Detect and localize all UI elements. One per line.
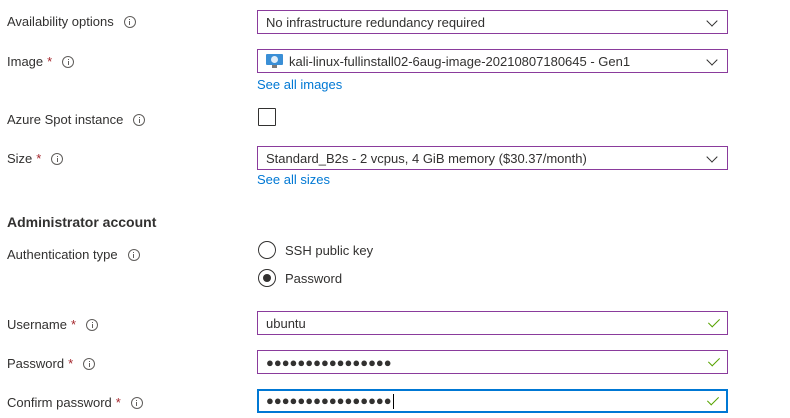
username-value: ubuntu (266, 315, 306, 331)
azure-spot-label-text: Azure Spot instance (7, 112, 124, 127)
image-label: Image * (7, 54, 75, 69)
confirm-password-label-text: Confirm password (7, 395, 112, 410)
username-label-text: Username (7, 317, 67, 332)
section-title-administrator-account: Administrator account (7, 214, 157, 230)
size-value: Standard_B2s - 2 vcpus, 4 GiB memory ($3… (266, 150, 587, 166)
checkmark-icon (707, 318, 721, 328)
size-label-text: Size (7, 151, 33, 166)
availability-options-label: Availability options (7, 14, 136, 29)
see-all-images-link[interactable]: See all images (257, 77, 342, 92)
required-marker: * (70, 317, 77, 332)
checkmark-icon (706, 396, 720, 406)
info-icon[interactable] (123, 15, 136, 28)
radio-button[interactable] (258, 241, 276, 259)
info-icon[interactable] (133, 113, 146, 126)
image-value: kali-linux-fullinstall02-6aug-image-2021… (289, 53, 631, 69)
info-icon[interactable] (86, 318, 99, 331)
required-marker: * (68, 356, 74, 371)
confirm-password-label: Confirm password * (7, 395, 143, 410)
confirm-password-text: ●●●●●●●●●●●●●●●● (266, 392, 706, 410)
radio-password-label: Password (285, 270, 343, 286)
text-cursor (392, 394, 394, 410)
required-marker: * (36, 151, 42, 166)
authentication-type-text: Authentication type (7, 247, 118, 262)
size-dropdown[interactable]: Standard_B2s - 2 vcpus, 4 GiB memory ($3… (257, 146, 728, 170)
password-label: Password * (7, 356, 96, 371)
password-value: ●●●●●●●●●●●●●●●● (266, 354, 392, 370)
availability-options-text: Availability options (7, 14, 114, 29)
radio-ssh-public-key[interactable]: SSH public key (258, 241, 373, 259)
info-icon[interactable] (51, 152, 64, 165)
chevron-down-icon (707, 56, 717, 66)
password-label-text: Password (7, 356, 65, 371)
chevron-down-icon (707, 17, 717, 27)
info-icon[interactable] (127, 248, 140, 261)
authentication-type-label: Authentication type (7, 247, 140, 262)
see-all-sizes-link[interactable]: See all sizes (257, 172, 330, 187)
image-dropdown[interactable]: kali-linux-fullinstall02-6aug-image-2021… (257, 49, 728, 73)
chevron-down-icon (707, 153, 717, 163)
size-label: Size * (7, 151, 64, 166)
password-input[interactable]: ●●●●●●●●●●●●●●●● (257, 350, 728, 374)
image-label-text: Image (7, 54, 44, 69)
radio-button-selected[interactable] (258, 269, 276, 287)
username-input[interactable]: ubuntu (257, 311, 728, 335)
vm-image-icon (266, 54, 283, 68)
azure-spot-checkbox[interactable] (258, 108, 276, 126)
required-marker: * (115, 395, 121, 410)
info-icon[interactable] (83, 357, 96, 370)
radio-ssh-label: SSH public key (285, 242, 374, 258)
availability-options-value: No infrastructure redundancy required (266, 14, 485, 30)
confirm-password-input[interactable]: ●●●●●●●●●●●●●●●● (257, 389, 728, 413)
required-marker: * (47, 54, 53, 69)
availability-options-dropdown[interactable]: No infrastructure redundancy required (257, 10, 728, 34)
info-icon[interactable] (62, 55, 75, 68)
info-icon[interactable] (130, 396, 143, 409)
checkmark-icon (707, 357, 721, 367)
radio-password[interactable]: Password (258, 269, 342, 287)
confirm-password-value: ●●●●●●●●●●●●●●●● (266, 392, 392, 408)
username-label: Username * (7, 317, 99, 332)
azure-spot-label: Azure Spot instance (7, 112, 146, 127)
